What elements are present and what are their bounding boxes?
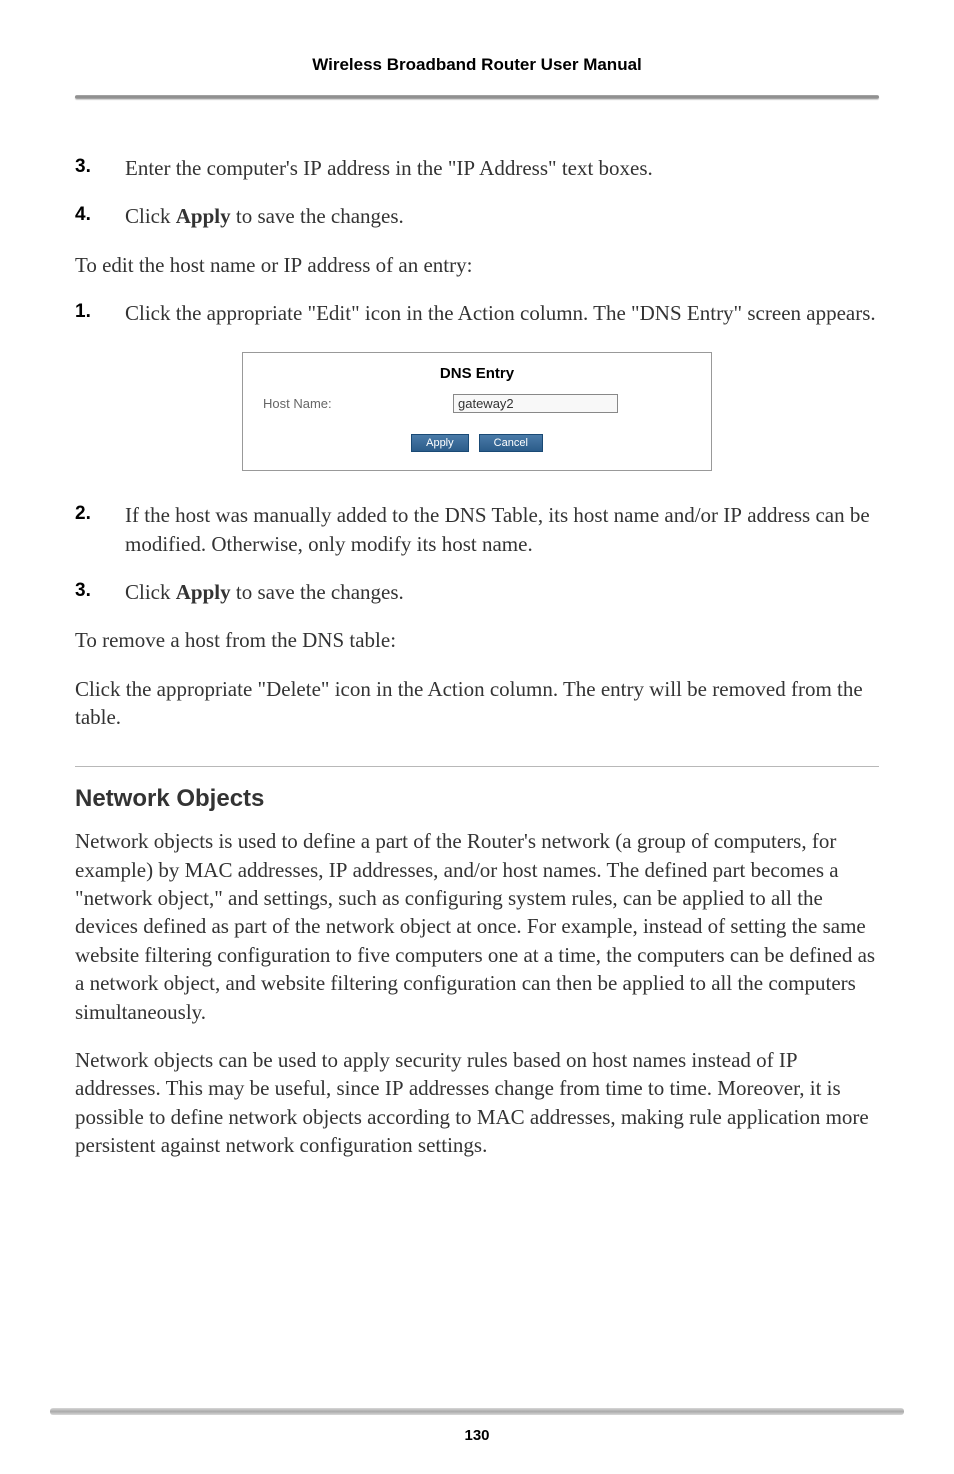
page-header-title: Wireless Broadband Router User Manual xyxy=(75,55,879,75)
paragraph: Network objects is used to define a part… xyxy=(75,827,879,1025)
host-name-label: Host Name: xyxy=(263,396,453,411)
page-footer: 130 xyxy=(0,1408,954,1474)
paragraph: Network objects can be used to apply sec… xyxy=(75,1046,879,1159)
list-content: Click Apply to save the changes. xyxy=(125,578,879,606)
list-item: 2. If the host was manually added to the… xyxy=(75,501,879,558)
list-content: Click Apply to save the changes. xyxy=(125,202,879,230)
dns-entry-row: Host Name: xyxy=(263,394,691,413)
list-number: 3. xyxy=(75,578,125,606)
header-divider xyxy=(75,95,879,99)
list-item: 3. Enter the computer's IP address in th… xyxy=(75,154,879,182)
section-divider xyxy=(75,766,879,767)
list-item: 3. Click Apply to save the changes. xyxy=(75,578,879,606)
list-content: If the host was manually added to the DN… xyxy=(125,501,879,558)
cancel-button[interactable]: Cancel xyxy=(479,434,543,452)
footer-divider xyxy=(50,1408,904,1415)
page-number: 130 xyxy=(0,1427,954,1474)
paragraph: Click the appropriate "Delete" icon in t… xyxy=(75,675,879,732)
list-number: 1. xyxy=(75,299,125,327)
paragraph: To remove a host from the DNS table: xyxy=(75,626,879,654)
list-number: 2. xyxy=(75,501,125,558)
list-item: 1. Click the appropriate "Edit" icon in … xyxy=(75,299,879,327)
list-number: 4. xyxy=(75,202,125,230)
list-content: Enter the computer's IP address in the "… xyxy=(125,154,879,182)
list-number: 3. xyxy=(75,154,125,182)
dns-entry-screenshot: DNS Entry Host Name: Apply Cancel xyxy=(242,352,712,471)
host-name-input[interactable] xyxy=(453,394,618,413)
paragraph: To edit the host name or IP address of a… xyxy=(75,251,879,279)
section-heading: Network Objects xyxy=(75,785,879,813)
apply-button[interactable]: Apply xyxy=(411,434,469,452)
button-row: Apply Cancel xyxy=(263,433,691,452)
list-content: Click the appropriate "Edit" icon in the… xyxy=(125,299,879,327)
dns-entry-title: DNS Entry xyxy=(263,365,691,382)
list-item: 4. Click Apply to save the changes. xyxy=(75,202,879,230)
